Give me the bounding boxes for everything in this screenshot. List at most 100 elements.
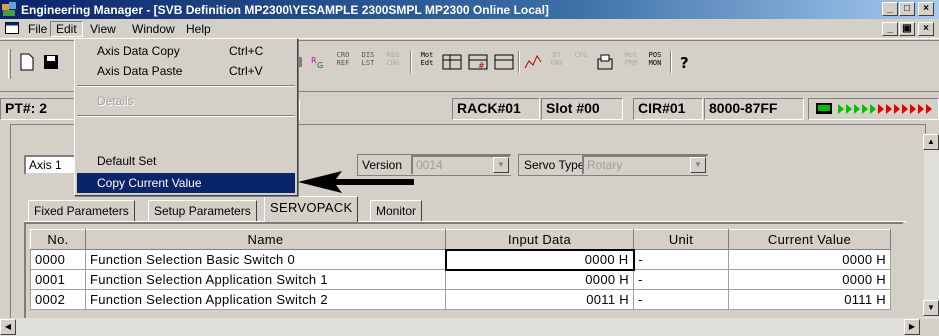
module-config-icon[interactable] [596, 53, 614, 71]
menu-edit[interactable]: Edit [50, 21, 83, 37]
position-monitor-button[interactable]: POS MON [644, 51, 666, 73]
cell-no: 0001 [30, 269, 86, 290]
tab-setup-parameters[interactable]: Setup Parameters [148, 200, 257, 221]
slot-field: Slot #00 [541, 98, 623, 120]
child-close-button[interactable]: × [918, 22, 934, 36]
toolbar-grip [8, 49, 11, 79]
edit-menu-dropdown: Axis Data Copy Ctrl+C Axis Data Paste Ct… [74, 38, 298, 196]
config-button[interactable]: CFG [570, 51, 592, 73]
parameter-table: No. Name Input Data Unit Current Value 0… [30, 229, 891, 310]
rack-field: RACK#01 [452, 98, 540, 120]
menu-view[interactable]: View [84, 21, 122, 37]
toolbar-separator [410, 51, 412, 73]
tab-servopack[interactable]: SERVOPACK [264, 196, 359, 222]
horizontal-scrollbar[interactable] [0, 318, 939, 336]
minimize-button[interactable]: _ [882, 2, 898, 16]
menu-item-label: Axis Data Paste [97, 64, 183, 78]
column-header-name[interactable]: Name [85, 229, 446, 250]
table-row[interactable]: 0001 Function Selection Application Swit… [30, 269, 891, 290]
menu-separator [77, 115, 295, 117]
servo-type-label: Servo Type [524, 158, 585, 172]
scroll-left-icon[interactable]: ◀ [0, 319, 16, 335]
toolbar-separator [518, 51, 520, 73]
menu-item-axis-data-paste[interactable]: Axis Data Paste Ctrl+V [77, 61, 295, 81]
motion-table-icon[interactable] [442, 53, 462, 71]
cell-input-data[interactable]: 0000 H [444, 248, 635, 271]
child-minimize-button[interactable]: _ [882, 22, 898, 36]
svg-text:#: # [478, 61, 485, 70]
help-icon[interactable]: ? [678, 53, 692, 71]
cell-current-value: 0000 H [728, 269, 891, 290]
cell-unit: - [633, 289, 729, 310]
menu-item-details[interactable]: Details [77, 91, 295, 111]
column-header-current-value[interactable]: Current Value [728, 229, 891, 250]
save-icon[interactable] [42, 53, 60, 71]
cell-name: Function Selection Application Switch 2 [85, 289, 446, 310]
column-header-input-data[interactable]: Input Data [445, 229, 634, 250]
window-title: Engineering Manager - [SVB Definition MP… [21, 3, 549, 17]
communication-indicator [808, 98, 939, 120]
column-header-no[interactable]: No. [30, 229, 86, 250]
column-header-unit[interactable]: Unit [633, 229, 729, 250]
tab-fixed-parameters[interactable]: Fixed Parameters [28, 200, 135, 221]
cell-input-data[interactable]: 0011 H [445, 289, 634, 310]
motion-edit-button[interactable]: Mot Edt [416, 51, 438, 73]
menu-item-label: Copy Current Value [97, 176, 202, 190]
tab-monitor[interactable]: Monitor [370, 200, 423, 221]
scroll-down-icon[interactable]: ▼ [923, 300, 939, 316]
connection-status-icon [816, 103, 932, 114]
child-window-icon[interactable] [5, 22, 19, 34]
svg-text:?: ? [680, 54, 689, 71]
motion-hash-icon[interactable]: # [468, 53, 488, 71]
menu-item-label: Axis Data Copy [97, 44, 180, 58]
menu-window[interactable]: Window [126, 21, 181, 37]
menu-item-shortcut: Ctrl+C [229, 44, 264, 58]
display-list-button[interactable]: DIS LST [357, 51, 379, 73]
close-button[interactable]: × [918, 2, 934, 16]
maximize-button[interactable]: □ [899, 2, 915, 16]
table-row[interactable]: 0002 Function Selection Application Swit… [30, 289, 891, 310]
app-icon [2, 2, 16, 16]
menu-item-label: Default Set [97, 154, 157, 168]
menu-separator [77, 85, 295, 87]
cell-name: Function Selection Basic Switch 0 [85, 249, 446, 270]
menu-bar: File Edit View Window Help _ ▣ × [0, 19, 939, 39]
menu-item-default-set[interactable]: Default Set [77, 151, 295, 171]
motion-int-icon[interactable] [494, 53, 514, 71]
data-trace-env-button[interactable]: DT ENV [546, 51, 568, 73]
servo-type-dropdown-arrow[interactable]: ▼ [690, 157, 706, 173]
menu-help[interactable]: Help [180, 21, 217, 37]
menu-file[interactable]: File [22, 21, 53, 37]
scroll-right-icon[interactable]: ▶ [904, 319, 920, 335]
size-grip[interactable] [920, 319, 939, 336]
cell-current-value: 0111 H [728, 289, 891, 310]
new-file-icon[interactable] [18, 53, 36, 71]
menu-item-axis-data-copy[interactable]: Axis Data Copy Ctrl+C [77, 41, 295, 61]
title-bar: Engineering Manager - [SVB Definition MP… [0, 0, 939, 19]
scroll-up-icon[interactable]: ▲ [923, 134, 939, 150]
toolbar-separator [670, 51, 672, 73]
cell-no: 0002 [30, 289, 86, 310]
child-restore-button[interactable]: ▣ [899, 22, 915, 36]
cell-no: 0000 [30, 249, 86, 270]
svg-text:G: G [317, 61, 323, 70]
motion-parameter-button[interactable]: Mot PRM [620, 51, 642, 73]
program-icon[interactable]: RG [310, 53, 328, 71]
vertical-scrollbar[interactable] [924, 134, 939, 318]
register-change-button[interactable]: REG CHG [382, 51, 404, 73]
cell-input-data[interactable]: 0000 H [445, 269, 634, 290]
trace-icon[interactable] [524, 53, 542, 71]
cir-field: CIR#01 [633, 98, 703, 120]
table-row[interactable]: 0000 Function Selection Basic Switch 0 0… [30, 248, 891, 271]
cross-reference-button[interactable]: CRO REF [332, 51, 354, 73]
menu-item-copy-current-value[interactable]: Copy Current Value [77, 173, 295, 193]
address-range-field: 8000-87FF [704, 98, 804, 120]
menu-item-shortcut: Ctrl+V [229, 64, 263, 78]
cell-name: Function Selection Application Switch 1 [85, 269, 446, 290]
pointer-arrow-icon [298, 171, 414, 193]
parameter-table-container: No. Name Input Data Unit Current Value 0… [24, 222, 904, 322]
menu-item-label: Details [97, 94, 134, 108]
cell-unit: - [633, 249, 729, 270]
cell-current-value: 0000 H [728, 249, 891, 270]
version-dropdown-arrow[interactable]: ▼ [493, 157, 509, 173]
